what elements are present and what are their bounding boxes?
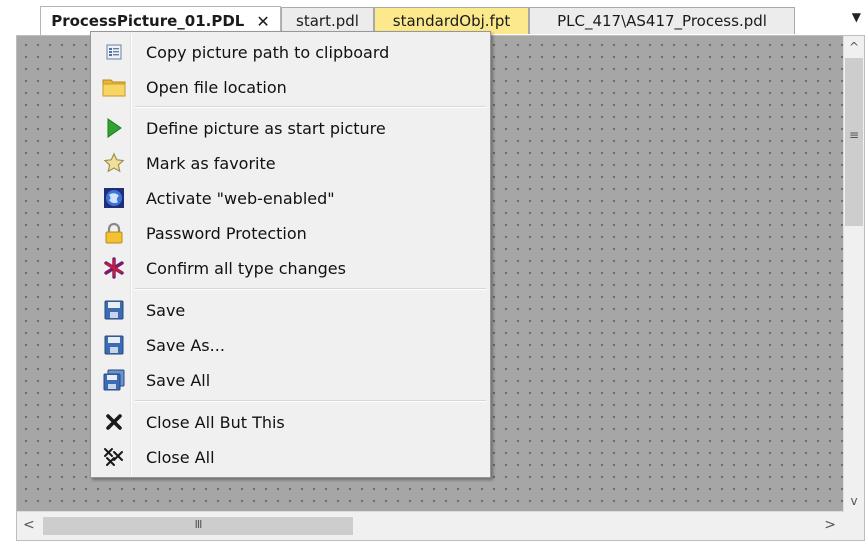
scroll-up-icon[interactable]: ^ bbox=[844, 40, 864, 54]
menu-item-confirm-type-changes[interactable]: Confirm all type changes bbox=[93, 251, 488, 285]
floppy-save-all-icon bbox=[102, 368, 126, 392]
menu-item-label: Save As... bbox=[146, 335, 225, 355]
menu-item-mark-favorite[interactable]: Mark as favorite bbox=[93, 146, 488, 180]
tab-standardobj-fpt[interactable]: standardObj.fpt bbox=[374, 7, 529, 34]
horizontal-scroll-thumb[interactable]: III bbox=[43, 517, 353, 535]
tab-close-icon[interactable]: ✕ bbox=[256, 12, 269, 31]
close-all-icon bbox=[102, 445, 126, 469]
menu-item-label: Copy picture path to clipboard bbox=[146, 42, 390, 62]
tab-context-menu: Copy picture path to clipboard Open file… bbox=[90, 31, 491, 478]
tab-label: start.pdl bbox=[296, 12, 359, 30]
floppy-icon bbox=[102, 298, 126, 322]
vertical-grip-icon: ≡ bbox=[848, 128, 860, 142]
menu-item-label: Confirm all type changes bbox=[146, 258, 346, 278]
menu-item-label: Save bbox=[146, 300, 186, 320]
menu-item-close-all[interactable]: Close All bbox=[93, 440, 488, 474]
clipboard-icon bbox=[102, 40, 126, 64]
scroll-left-icon[interactable]: < bbox=[23, 517, 35, 533]
menu-separator bbox=[135, 288, 486, 290]
scroll-right-icon[interactable]: > bbox=[824, 517, 836, 533]
menu-item-save-all[interactable]: Save All bbox=[93, 363, 488, 397]
vertical-scroll-thumb[interactable] bbox=[845, 58, 863, 226]
menu-item-save[interactable]: Save bbox=[93, 293, 488, 327]
menu-item-label: Activate "web-enabled" bbox=[146, 188, 335, 208]
menu-item-open-file-location[interactable]: Open file location bbox=[93, 70, 488, 104]
close-x-icon bbox=[102, 410, 126, 434]
menu-separator bbox=[135, 106, 486, 108]
star-icon bbox=[102, 151, 126, 175]
menu-item-label: Define picture as start picture bbox=[146, 118, 386, 138]
menu-item-define-start-picture[interactable]: Define picture as start picture bbox=[93, 111, 488, 145]
play-icon bbox=[102, 116, 126, 140]
menu-item-label: Save All bbox=[146, 370, 211, 390]
horizontal-scrollbar[interactable]: < III > bbox=[17, 511, 844, 540]
menu-item-label: Password Protection bbox=[146, 223, 307, 243]
menu-item-save-as[interactable]: Save As... bbox=[93, 328, 488, 362]
vertical-scrollbar[interactable]: ^ ≡ v bbox=[843, 36, 864, 512]
asterisk-icon bbox=[102, 256, 126, 280]
tab-overflow-dropdown-icon[interactable]: ▼ bbox=[852, 10, 861, 24]
menu-item-label: Mark as favorite bbox=[146, 153, 276, 173]
horizontal-grip-icon: III bbox=[194, 518, 203, 531]
lock-icon bbox=[102, 221, 126, 245]
menu-item-close-all-but-this[interactable]: Close All But This bbox=[93, 405, 488, 439]
menu-item-label: Open file location bbox=[146, 77, 287, 97]
menu-item-copy-picture-path[interactable]: Copy picture path to clipboard bbox=[93, 35, 488, 69]
menu-separator bbox=[135, 400, 486, 402]
tab-label: ProcessPicture_01.PDL bbox=[51, 12, 245, 30]
folder-icon bbox=[102, 75, 126, 99]
menu-item-activate-web-enabled[interactable]: Activate "web-enabled" bbox=[93, 181, 488, 215]
menu-item-label: Close All But This bbox=[146, 412, 285, 432]
menu-item-label: Close All bbox=[146, 447, 215, 467]
scroll-down-icon[interactable]: v bbox=[844, 494, 864, 508]
scrollbar-corner bbox=[844, 512, 864, 540]
tab-start-pdl[interactable]: start.pdl bbox=[281, 7, 374, 34]
floppy-save-as-icon bbox=[102, 333, 126, 357]
tab-label: PLC_417\AS417_Process.pdl bbox=[557, 12, 767, 30]
tab-as417-process[interactable]: PLC_417\AS417_Process.pdl bbox=[529, 7, 795, 34]
globe-icon bbox=[102, 186, 126, 210]
menu-item-password-protection[interactable]: Password Protection bbox=[93, 216, 488, 250]
tab-label: standardObj.fpt bbox=[392, 12, 511, 30]
